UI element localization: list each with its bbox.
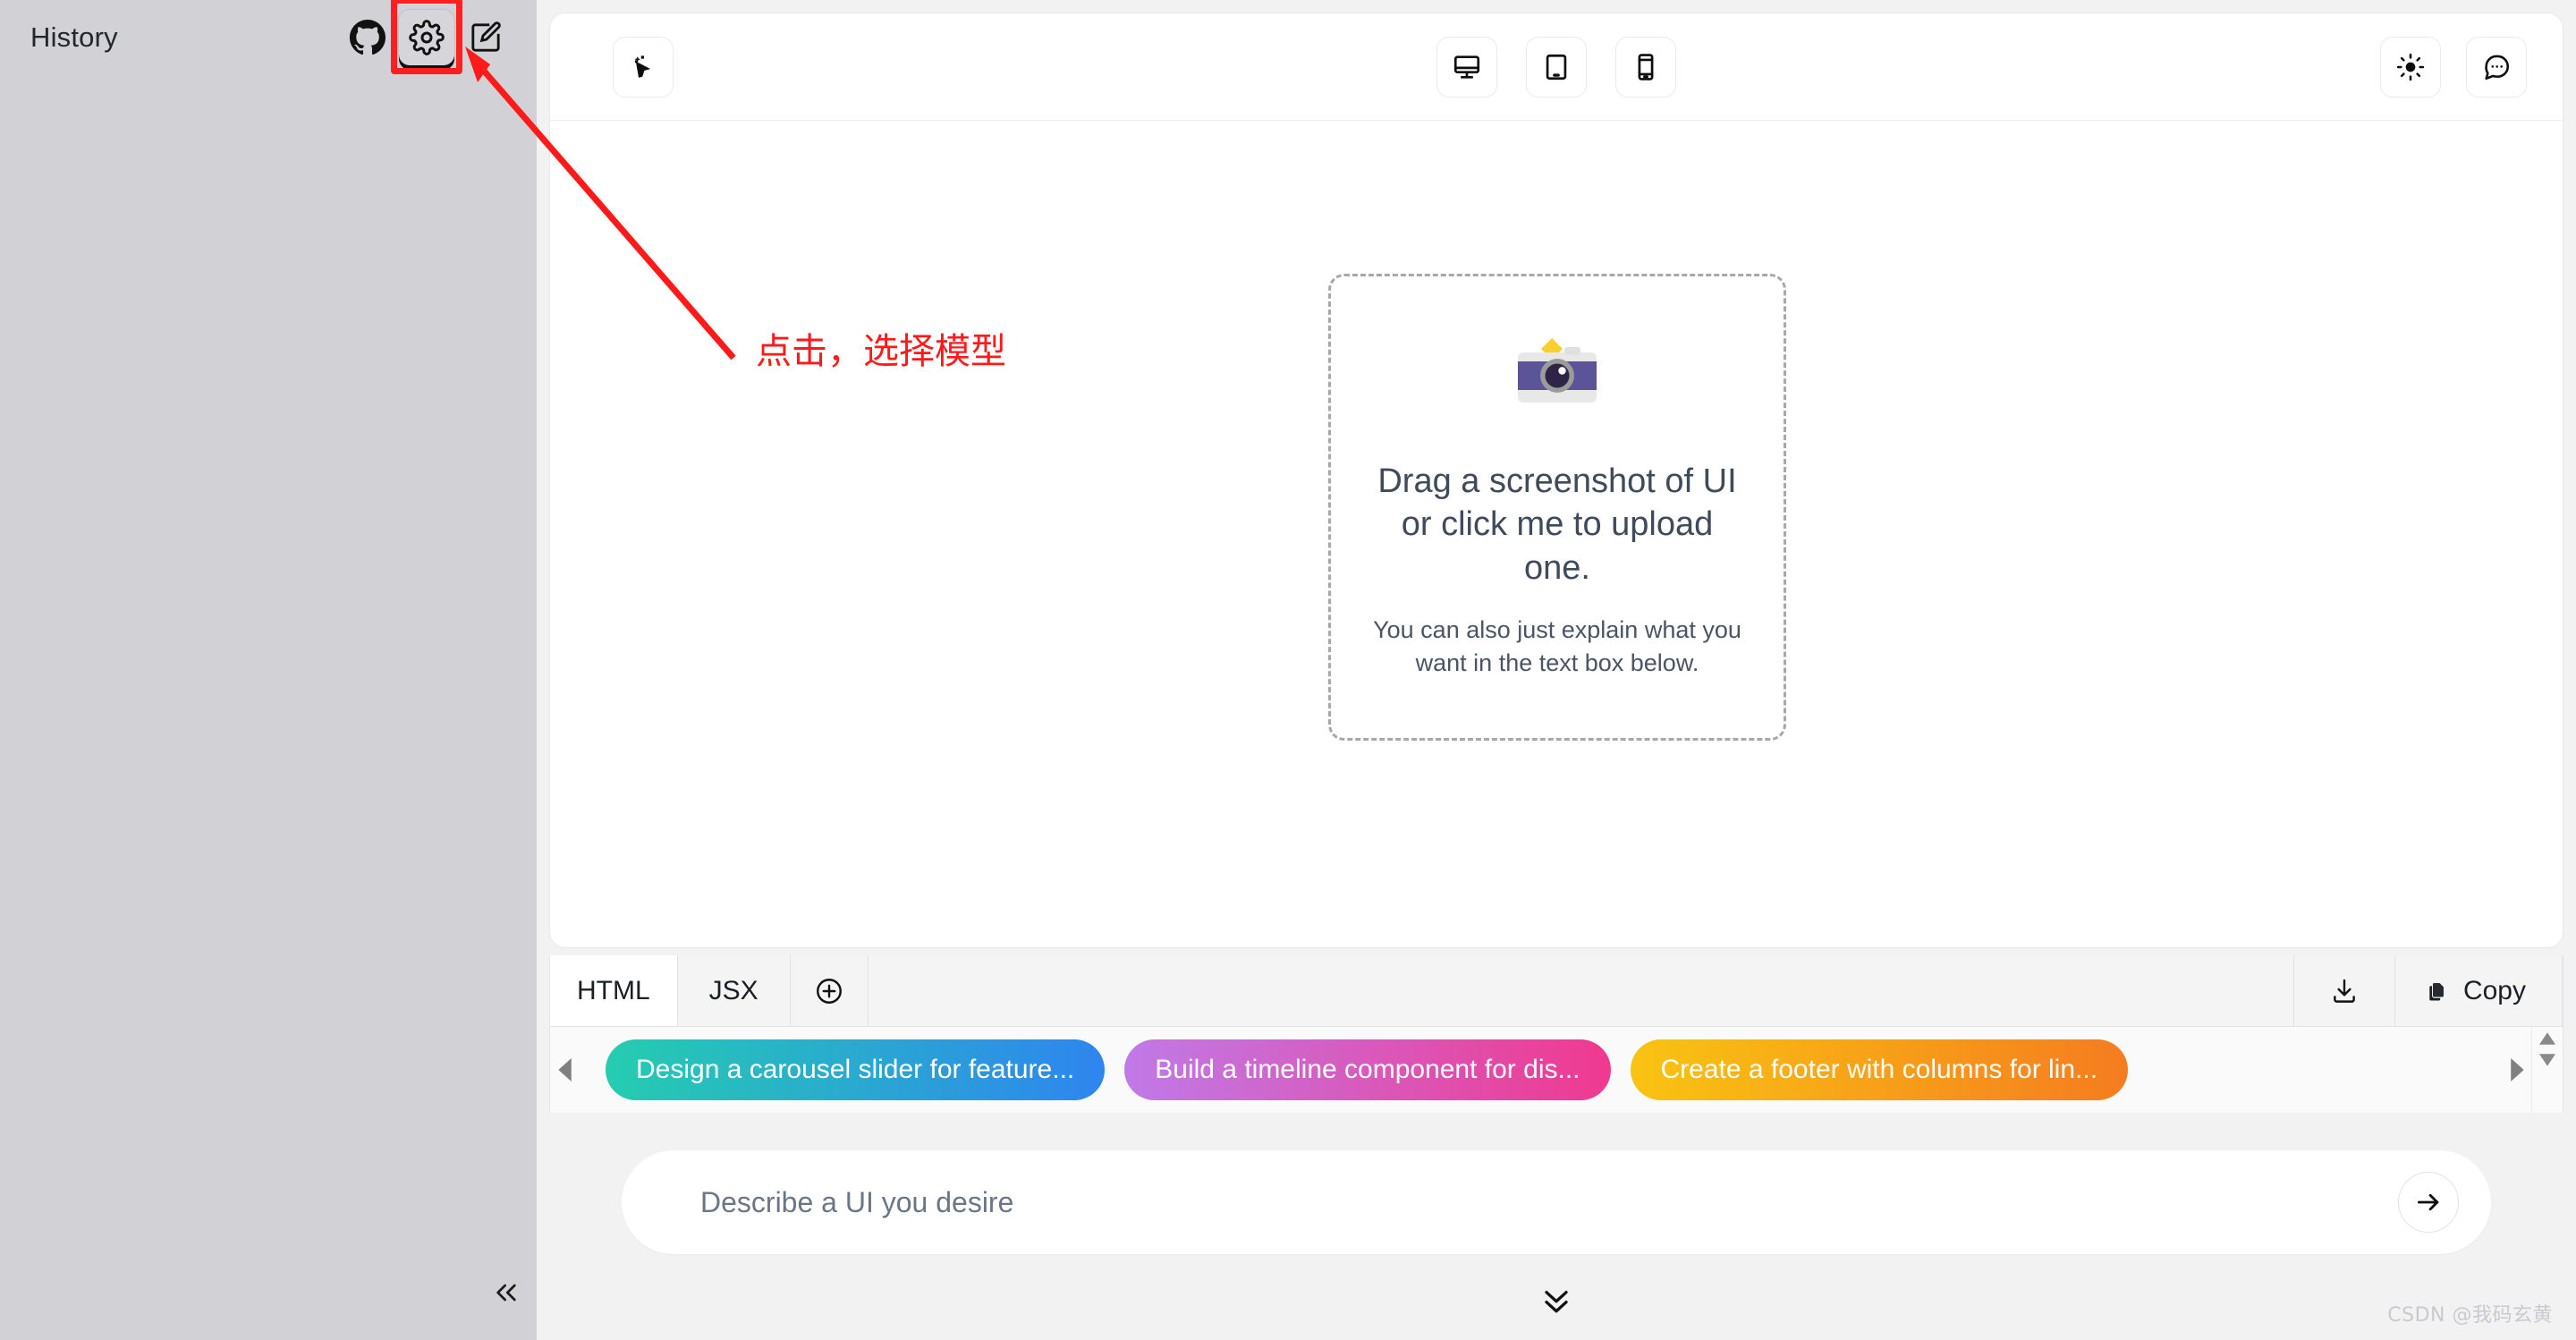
- collapse-sidebar-button[interactable]: [483, 1272, 530, 1313]
- page-title: History: [30, 21, 118, 54]
- sidebar-header-actions: [340, 10, 513, 65]
- suggestion-chip-label: Create a footer with columns for lin...: [1661, 1055, 2098, 1085]
- suggestion-chip-label: Build a timeline component for dis...: [1155, 1055, 1580, 1085]
- canvas-body: Drag a screenshot of UI or click me to u…: [550, 121, 2563, 947]
- viewport-tablet-button[interactable]: [1526, 37, 1587, 98]
- prompt-input[interactable]: [699, 1185, 2398, 1220]
- expand-chevrons-icon[interactable]: [1536, 1279, 1577, 1319]
- viewport-switcher: [550, 37, 2563, 98]
- copy-button[interactable]: Copy: [2395, 955, 2563, 1026]
- viewport-desktop-button[interactable]: [1436, 37, 1497, 98]
- chips-scroll-left-icon[interactable]: [550, 1058, 582, 1081]
- dropzone-title: Drag a screenshot of UI or click me to u…: [1369, 460, 1745, 590]
- preview-canvas: Drag a screenshot of UI or click me to u…: [549, 13, 2563, 948]
- add-tab-plus-icon[interactable]: [791, 955, 869, 1026]
- chat-bubble-icon[interactable]: [2466, 37, 2527, 98]
- chips-vertical-scrollbar[interactable]: [2531, 1027, 2563, 1113]
- tab-html[interactable]: HTML: [550, 955, 678, 1026]
- settings-button-wrapper: [399, 10, 454, 65]
- sidebar-header: History: [0, 0, 537, 75]
- settings-gear-icon[interactable]: [399, 10, 454, 65]
- main-panel: Drag a screenshot of UI or click me to u…: [537, 0, 2576, 1340]
- download-icon[interactable]: [2294, 955, 2395, 1026]
- suggestion-chip[interactable]: Build a timeline component for dis...: [1124, 1039, 1610, 1100]
- theme-sun-icon[interactable]: [2380, 37, 2441, 98]
- upload-dropzone[interactable]: Drag a screenshot of UI or click me to u…: [1328, 274, 1786, 741]
- tabs-spacer: [869, 955, 2294, 1026]
- prompt-area: [549, 1113, 2563, 1340]
- annotation-text: 点击，选择模型: [756, 322, 1006, 374]
- camera-emoji-icon: [1505, 335, 1609, 420]
- scroll-down-icon: [2539, 1054, 2555, 1066]
- dropzone-subtitle: You can also just explain what you want …: [1365, 614, 1750, 681]
- tab-jsx[interactable]: JSX: [678, 955, 791, 1026]
- scroll-up-icon: [2539, 1032, 2555, 1045]
- canvas-toolbar: [550, 13, 2563, 121]
- github-icon[interactable]: [340, 10, 395, 65]
- app-root: History: [0, 0, 2576, 1340]
- viewport-mobile-button[interactable]: [1615, 37, 1676, 98]
- suggestion-chip-label: Design a carousel slider for feature...: [636, 1055, 1074, 1085]
- suggestion-chip[interactable]: Design a carousel slider for feature...: [606, 1039, 1105, 1100]
- code-tabs-bar: HTML JSX Copy: [549, 955, 2563, 1027]
- history-sidebar: History: [0, 0, 537, 1340]
- suggestion-chips-bar: Design a carousel slider for feature... …: [549, 1027, 2563, 1113]
- suggestion-chip[interactable]: Create a footer with columns for lin...: [1631, 1039, 2129, 1100]
- select-pointer-icon[interactable]: [613, 37, 674, 98]
- chips-track: Design a carousel slider for feature... …: [582, 1039, 2500, 1100]
- chips-scroll-right-icon[interactable]: [2500, 1058, 2532, 1081]
- prompt-box: [622, 1150, 2491, 1254]
- watermark: CSDN @我码玄黄: [2387, 1299, 2553, 1327]
- toolbar-right-actions: [2380, 37, 2527, 98]
- new-chat-edit-icon[interactable]: [458, 10, 513, 65]
- copy-button-label: Copy: [2463, 976, 2526, 1006]
- send-arrow-button[interactable]: [2398, 1172, 2459, 1233]
